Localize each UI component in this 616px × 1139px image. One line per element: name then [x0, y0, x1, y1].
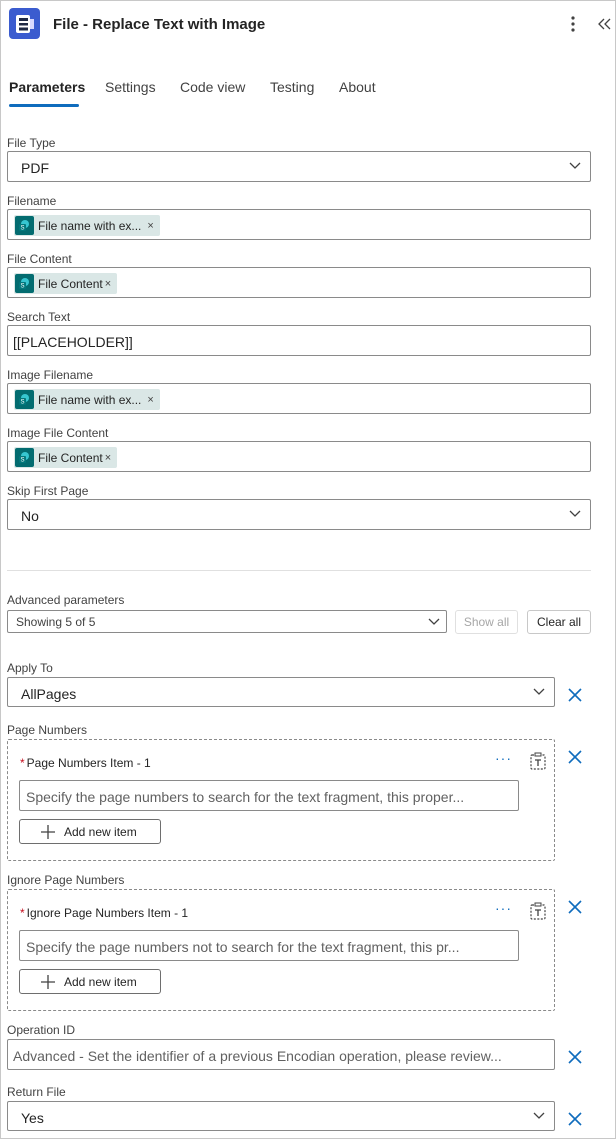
tab-code-view[interactable]: Code view	[180, 79, 245, 95]
show-all-button[interactable]: Show all	[455, 610, 518, 634]
chevron-down-icon	[533, 1112, 545, 1120]
svg-text:S: S	[20, 226, 24, 232]
remove-parameter-icon[interactable]	[566, 748, 584, 766]
add-page-number-button[interactable]: Add new item	[19, 819, 161, 844]
page-numbers-label: Page Numbers	[7, 723, 88, 737]
more-options-icon[interactable]: ···	[495, 900, 512, 916]
svg-text:S: S	[20, 458, 24, 464]
apply-to-value: AllPages	[21, 686, 77, 702]
remove-parameter-icon[interactable]	[566, 1110, 584, 1128]
filename-field[interactable]: S File name with ex... ×	[7, 209, 591, 240]
image-file-content-token[interactable]: S File Content ×	[14, 447, 118, 468]
sharepoint-icon: S	[15, 274, 34, 293]
advanced-showing-value: Showing 5 of 5	[16, 615, 96, 629]
skip-first-page-value: No	[21, 508, 39, 524]
plus-icon	[40, 824, 56, 840]
token-text: File Content	[38, 450, 103, 465]
active-tab-indicator	[9, 104, 79, 107]
filename-label: Filename	[7, 194, 57, 208]
more-vertical-icon[interactable]	[563, 12, 583, 36]
switch-to-text-icon[interactable]	[529, 752, 547, 770]
remove-parameter-icon[interactable]	[566, 898, 584, 916]
file-content-field[interactable]: S File Content ×	[7, 267, 591, 298]
apply-to-dropdown[interactable]: AllPages	[7, 677, 555, 707]
remove-token-icon[interactable]: ×	[105, 278, 111, 290]
search-text-value: [[PLACEHOLDER]]	[13, 334, 133, 350]
token-text: File name with ex...	[38, 218, 142, 233]
image-filename-token[interactable]: S File name with ex... ×	[14, 389, 160, 410]
add-ignore-page-number-button[interactable]: Add new item	[19, 969, 161, 994]
ignore-page-numbers-item-label: * Ignore Page Numbers Item - 1	[20, 906, 189, 920]
required-marker: *	[20, 756, 25, 770]
section-divider	[7, 570, 591, 571]
plus-icon	[40, 974, 56, 990]
advanced-parameters-label: Advanced parameters	[7, 593, 125, 607]
search-text-input[interactable]: [[PLACEHOLDER]]	[7, 325, 591, 356]
tab-testing[interactable]: Testing	[270, 79, 314, 95]
svg-text:S: S	[20, 400, 24, 406]
sharepoint-icon: S	[15, 216, 34, 235]
image-filename-label: Image Filename	[7, 368, 94, 382]
ignore-page-numbers-item-input[interactable]: Specify the page numbers not to search f…	[19, 930, 519, 961]
page-numbers-item-label: * Page Numbers Item - 1	[20, 756, 151, 770]
file-content-token[interactable]: S File Content ×	[14, 273, 118, 294]
tab-settings[interactable]: Settings	[105, 79, 156, 95]
skip-first-page-dropdown[interactable]: No	[7, 499, 591, 530]
chevron-down-icon	[569, 510, 581, 518]
page-numbers-placeholder: Specify the page numbers to search for t…	[26, 789, 465, 805]
page-numbers-array: * Page Numbers Item - 1 ··· Specify the p…	[7, 739, 555, 861]
advanced-parameters-dropdown[interactable]: Showing 5 of 5	[7, 610, 447, 633]
operation-id-label: Operation ID	[7, 1023, 76, 1037]
file-type-label: File Type	[7, 136, 56, 150]
apply-to-label: Apply To	[7, 661, 53, 675]
chevron-down-icon	[428, 618, 440, 626]
more-options-icon[interactable]: ···	[495, 750, 512, 766]
chevron-down-icon	[569, 162, 581, 170]
clear-all-button[interactable]: Clear all	[527, 610, 591, 634]
file-content-label: File Content	[7, 252, 72, 266]
double-chevron-left-icon[interactable]	[595, 12, 615, 36]
file-type-dropdown[interactable]: PDF	[7, 151, 591, 182]
return-file-label: Return File	[7, 1085, 66, 1099]
tab-about[interactable]: About	[339, 79, 376, 95]
required-marker: *	[20, 906, 25, 920]
image-file-content-field[interactable]: S File Content ×	[7, 441, 591, 472]
image-file-content-label: Image File Content	[7, 426, 109, 440]
ignore-page-numbers-label: Ignore Page Numbers	[7, 873, 125, 887]
search-text-label: Search Text	[7, 310, 71, 324]
chevron-down-icon	[533, 688, 545, 696]
operation-id-input[interactable]: Advanced - Set the identifier of a previ…	[7, 1039, 555, 1070]
return-file-value: Yes	[21, 1110, 44, 1126]
remove-token-icon[interactable]: ×	[147, 220, 153, 232]
file-type-value: PDF	[21, 160, 49, 176]
sharepoint-icon: S	[15, 390, 34, 409]
token-text: File name with ex...	[38, 392, 142, 407]
add-item-label: Add new item	[64, 974, 137, 989]
remove-token-icon[interactable]: ×	[105, 452, 111, 464]
token-text: File Content	[38, 276, 103, 291]
filename-token[interactable]: S File name with ex... ×	[14, 215, 160, 236]
remove-parameter-icon[interactable]	[566, 1048, 584, 1066]
page-numbers-item-input[interactable]: Specify the page numbers to search for t…	[19, 780, 519, 811]
tab-parameters[interactable]: Parameters	[9, 79, 85, 95]
operation-id-placeholder: Advanced - Set the identifier of a previ…	[13, 1048, 502, 1064]
svg-text:S: S	[20, 284, 24, 290]
skip-first-page-label: Skip First Page	[7, 484, 89, 498]
return-file-dropdown[interactable]: Yes	[7, 1101, 555, 1131]
ignore-page-numbers-array: * Ignore Page Numbers Item - 1 ··· Specif…	[7, 889, 555, 1011]
remove-parameter-icon[interactable]	[566, 686, 584, 704]
encodian-logo-icon	[9, 8, 40, 39]
switch-to-text-icon[interactable]	[529, 902, 547, 920]
remove-token-icon[interactable]: ×	[147, 394, 153, 406]
page-title: File - Replace Text with Image	[53, 16, 266, 33]
sharepoint-icon: S	[15, 448, 34, 467]
add-item-label: Add new item	[64, 824, 137, 839]
ignore-page-numbers-placeholder: Specify the page numbers not to search f…	[26, 939, 460, 955]
image-filename-field[interactable]: S File name with ex... ×	[7, 383, 591, 414]
